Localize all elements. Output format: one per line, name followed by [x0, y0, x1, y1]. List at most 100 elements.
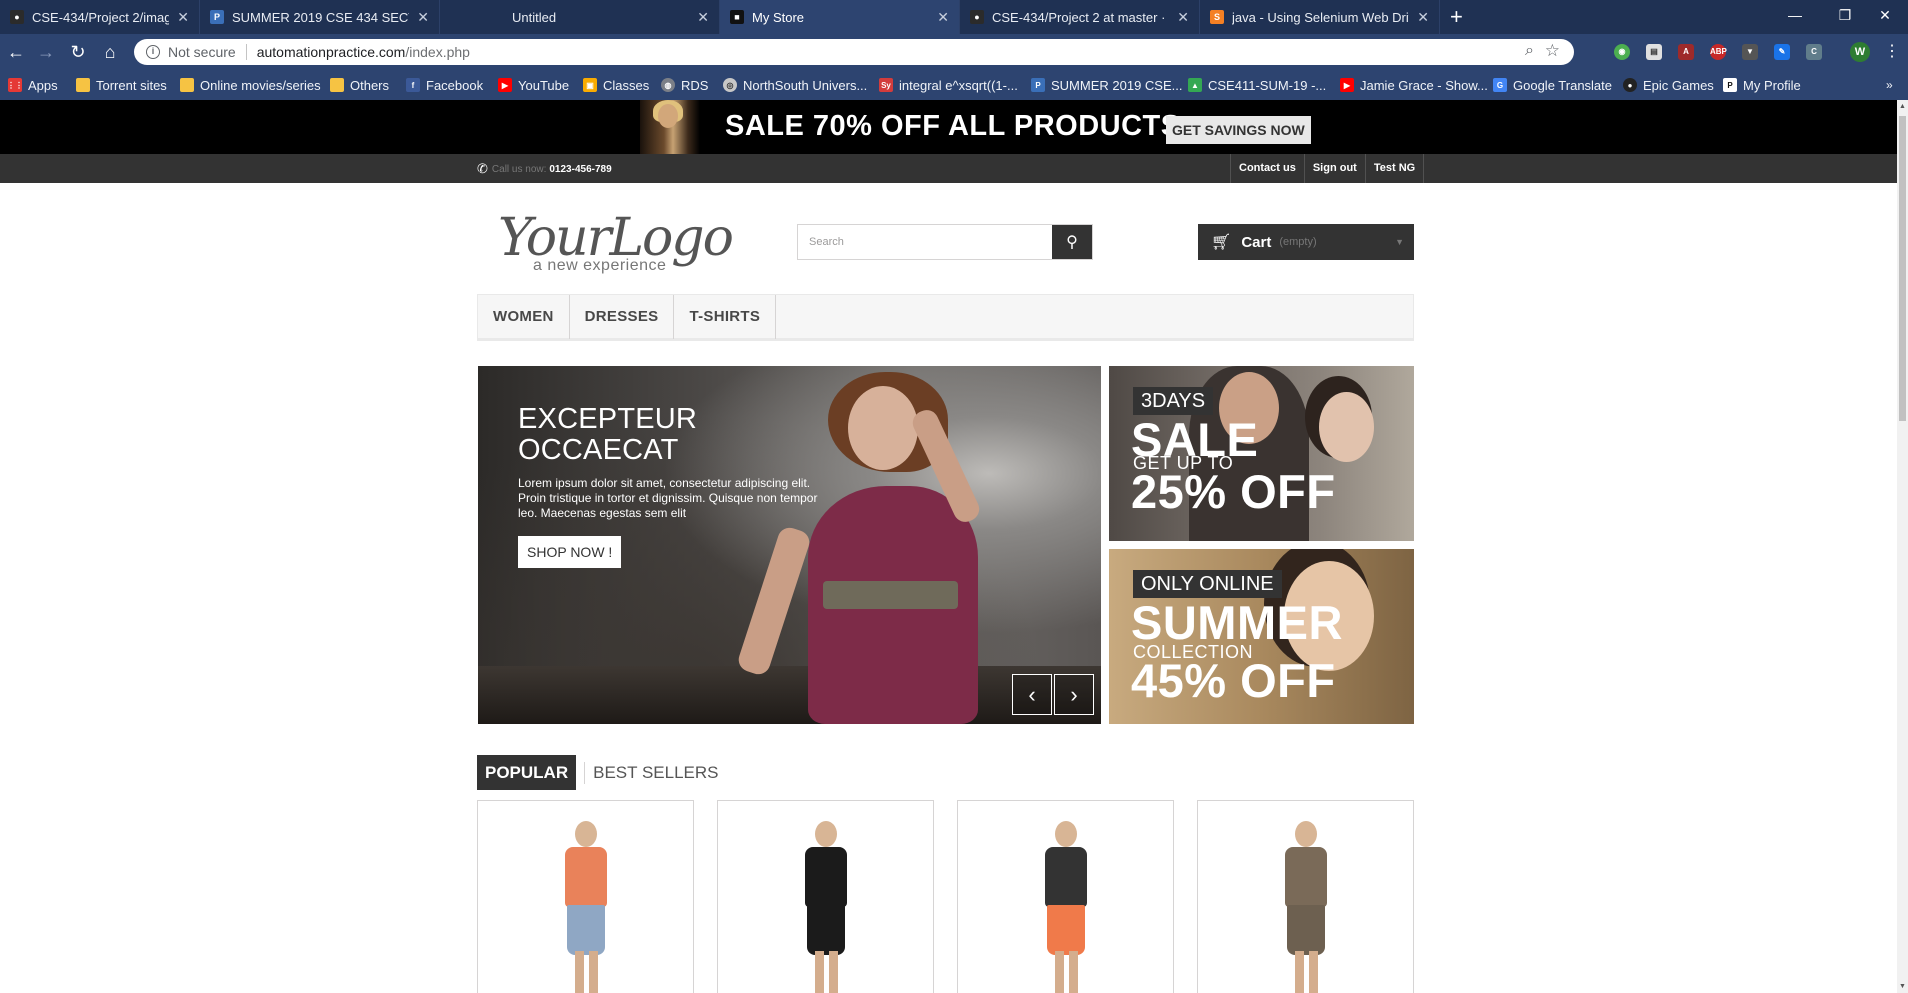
facebook-icon: f: [406, 78, 420, 92]
extension-icon[interactable]: C: [1806, 44, 1822, 60]
bookmark-label: Apps: [28, 77, 58, 93]
extension-icon[interactable]: ✎: [1774, 44, 1790, 60]
search-box: ⚲: [797, 224, 1093, 260]
product-image: [551, 821, 621, 993]
menu-item-dresses[interactable]: DRESSES: [570, 295, 675, 339]
translate-icon: G: [1493, 78, 1507, 92]
bookmark-youtube[interactable]: ▶ YouTube: [498, 76, 569, 94]
classroom-icon: ▣: [583, 78, 597, 92]
close-tab-icon[interactable]: ✕: [1417, 9, 1429, 26]
slider-railing: [478, 666, 1101, 724]
tab-popular[interactable]: POPULAR: [477, 755, 577, 790]
adblock-icon[interactable]: ABP: [1710, 44, 1727, 60]
phone-icon: ✆: [477, 161, 488, 176]
reload-button[interactable]: ↻: [66, 40, 90, 64]
get-savings-button[interactable]: GET SAVINGS NOW: [1166, 116, 1311, 144]
bookmark-northsouth[interactable]: ◎ NorthSouth Univers...: [723, 76, 867, 94]
slider-prev-button[interactable]: ‹: [1012, 674, 1052, 715]
bookmark-label: Torrent sites: [96, 77, 167, 93]
contact-phone: ✆ Call us now: 0123-456-789: [477, 161, 612, 177]
bookmark-my-profile[interactable]: P My Profile: [1723, 76, 1801, 94]
product-card[interactable]: [717, 800, 934, 993]
bookmarks-overflow-icon[interactable]: »: [1886, 76, 1893, 94]
extension-icon[interactable]: A: [1678, 44, 1694, 60]
close-tab-icon[interactable]: ✕: [417, 9, 429, 26]
bookmark-symbolab[interactable]: Sy integral e^xsqrt((1-...: [879, 76, 1018, 94]
cart-button[interactable]: 🛒︎ Cart (empty) ▼: [1198, 224, 1414, 260]
menu-item-women[interactable]: WOMEN: [478, 295, 570, 339]
account-link[interactable]: Test NG: [1364, 154, 1425, 183]
bookmark-google-translate[interactable]: G Google Translate: [1493, 76, 1612, 94]
close-tab-icon[interactable]: ✕: [1177, 9, 1189, 26]
product-card[interactable]: [1197, 800, 1414, 993]
home-button[interactable]: ⌂: [98, 40, 122, 64]
product-card[interactable]: [957, 800, 1174, 993]
scrollbar-thumb[interactable]: [1899, 116, 1906, 421]
bookmark-torrent-sites[interactable]: Torrent sites: [76, 76, 167, 94]
tab-title: My Store: [752, 9, 805, 25]
bookmark-rds[interactable]: ◍ RDS: [661, 76, 708, 94]
bookmark-cse411[interactable]: ▲ CSE411-SUM-19 -...: [1188, 76, 1326, 94]
extension-icon[interactable]: ▤: [1646, 44, 1662, 60]
zoom-icon[interactable]: ⌕: [1525, 42, 1534, 60]
tab-stackoverflow[interactable]: S java - Using Selenium Web Drive ✕: [1200, 0, 1440, 34]
close-tab-icon[interactable]: ✕: [937, 9, 949, 26]
bookmark-jamie-grace[interactable]: ▶ Jamie Grace - Show...: [1340, 76, 1488, 94]
menu-kebab-icon[interactable]: ⋮: [1880, 40, 1904, 64]
search-input[interactable]: [798, 225, 1052, 259]
slider-next-button[interactable]: ›: [1054, 674, 1094, 715]
tab-title: java - Using Selenium Web Drive: [1232, 9, 1410, 25]
bookmark-summer-cse[interactable]: P SUMMER 2019 CSE...: [1031, 76, 1183, 94]
bookmark-others[interactable]: Others: [330, 76, 389, 94]
phone-number: 0123-456-789: [549, 163, 612, 175]
profile-avatar[interactable]: W: [1850, 42, 1870, 62]
stackoverflow-icon: S: [1210, 10, 1224, 24]
bookmark-label: My Profile: [1743, 77, 1801, 93]
bookmark-facebook[interactable]: f Facebook: [406, 76, 483, 94]
address-bar[interactable]: i Not secure automationpractice.com/inde…: [134, 39, 1574, 65]
menu-item-tshirts[interactable]: T-SHIRTS: [674, 295, 777, 339]
tab-untitled[interactable]: Untitled ✕: [480, 0, 720, 34]
promo-tile-3days-sale[interactable]: 3DAYS SALE GET UP TO 25% OFF: [1109, 366, 1414, 541]
tab-summer-section[interactable]: P SUMMER 2019 CSE 434 SECTION ✕: [200, 0, 440, 34]
promo-tile-summer-collection[interactable]: ONLY ONLINE SUMMER COLLECTION 45% OFF: [1109, 549, 1414, 724]
scroll-down-arrow-icon[interactable]: ▼: [1897, 983, 1908, 990]
forward-button[interactable]: →: [34, 40, 58, 64]
bookmark-label: RDS: [681, 77, 709, 93]
search-button[interactable]: ⚲: [1052, 225, 1092, 259]
close-tab-icon[interactable]: ✕: [697, 9, 709, 26]
bookmark-online-movies[interactable]: Online movies/series: [180, 76, 321, 94]
tab-strip: ● CSE-434/Project 2/images at ma ✕ P SUM…: [0, 0, 1908, 34]
product-card[interactable]: [477, 800, 694, 993]
tab-github-master[interactable]: ● CSE-434/Project 2 at master · dm ✕: [960, 0, 1200, 34]
promo-banner[interactable]: SALE 70% OFF ALL PRODUCTS GET SAVINGS NO…: [0, 100, 1897, 154]
store-logo[interactable]: YourLogo a new experience: [495, 210, 734, 280]
bookmark-classes[interactable]: ▣ Classes: [583, 76, 649, 94]
close-tab-icon[interactable]: ✕: [177, 9, 189, 26]
extension-icon[interactable]: ◉: [1614, 44, 1630, 60]
bookmark-epic-games[interactable]: ● Epic Games: [1623, 76, 1714, 94]
bookmark-apps[interactable]: ⋮⋮ Apps: [7, 76, 58, 94]
back-button[interactable]: ←: [4, 40, 28, 64]
scroll-up-arrow-icon[interactable]: ▲: [1897, 103, 1908, 110]
contact-us-link[interactable]: Contact us: [1230, 154, 1304, 183]
bookmark-star-icon[interactable]: ☆: [1545, 41, 1560, 61]
close-window-button[interactable]: ✕: [1862, 0, 1908, 30]
model-bottom: [806, 905, 845, 955]
new-tab-button[interactable]: +: [1450, 4, 1463, 30]
page-scrollbar[interactable]: ▲ ▼: [1897, 100, 1908, 993]
github-icon: ●: [970, 10, 984, 24]
download-extension-icon[interactable]: ▼: [1742, 44, 1758, 60]
minimize-button[interactable]: —: [1772, 0, 1818, 30]
model-leg: [828, 951, 838, 993]
tab-my-store[interactable]: ■ My Store ✕: [720, 0, 960, 34]
shop-now-button[interactable]: SHOP NOW !: [518, 536, 622, 568]
sign-out-link[interactable]: Sign out: [1303, 154, 1365, 183]
tile-discount: 25% OFF: [1131, 465, 1336, 518]
info-icon[interactable]: i: [146, 45, 160, 59]
tab-title: CSE-434/Project 2/images at ma: [32, 9, 169, 25]
security-label: Not secure: [168, 44, 236, 60]
homepage-slider[interactable]: EXCEPTEUR OCCAECAT Lorem ipsum dolor sit …: [478, 366, 1101, 724]
tab-best-sellers[interactable]: BEST SELLERS: [593, 755, 726, 790]
tab-github-images[interactable]: ● CSE-434/Project 2/images at ma ✕: [0, 0, 200, 34]
